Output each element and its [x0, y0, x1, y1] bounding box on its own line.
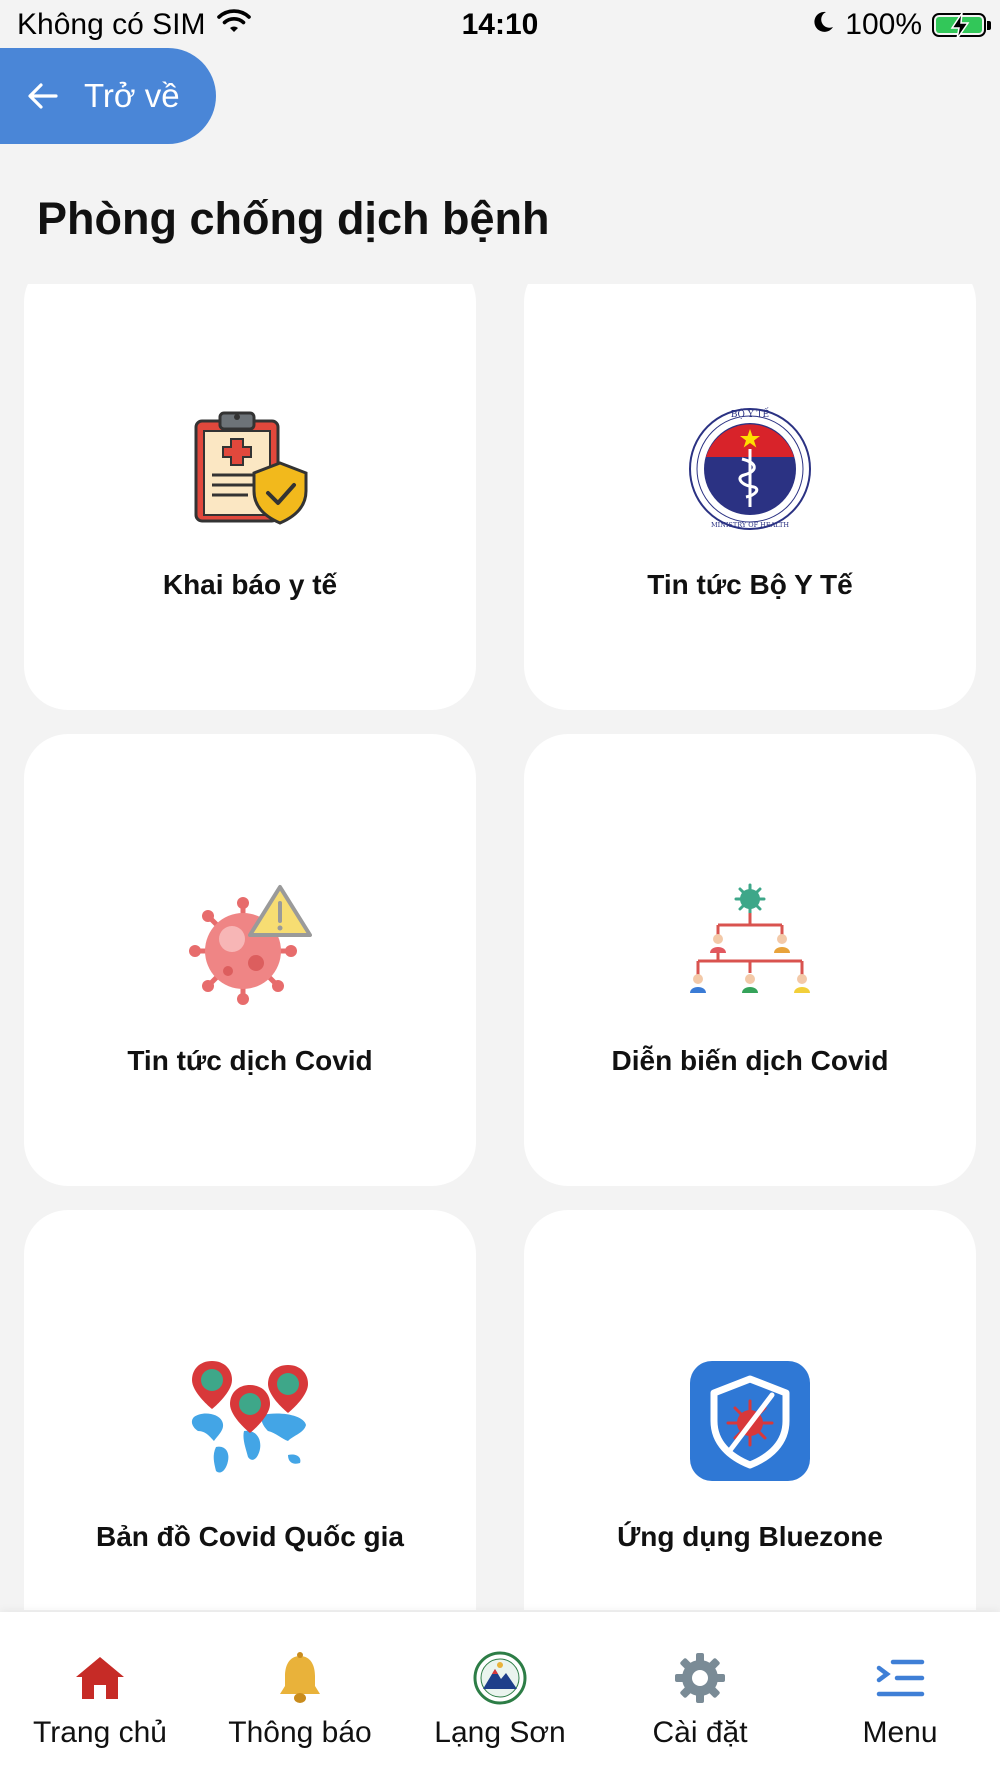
card-label: Tin tức Bộ Y Tế — [647, 569, 853, 600]
covid-spread-tree-icon — [688, 883, 812, 1007]
moon-icon — [811, 8, 835, 42]
bell-icon — [277, 1650, 323, 1706]
menu-icon — [875, 1650, 925, 1706]
battery-percent: 100% — [845, 8, 922, 41]
tab-label: Cài đặt — [652, 1716, 748, 1749]
page-title: Phòng chống dịch bệnh — [37, 193, 550, 244]
tab-label: Trang chủ — [33, 1716, 167, 1749]
tab-notifications[interactable]: Thông báo — [200, 1612, 400, 1778]
tab-bar: Trang chủ Thông báo Lạng Sơn Cài đặt Men… — [0, 1612, 1000, 1778]
bluezone-shield-icon — [688, 1359, 812, 1483]
tab-home[interactable]: Trang chủ — [0, 1612, 200, 1778]
ministry-of-health-logo: BỘ Y TẾ MINISTRY OF HEALTH — [688, 407, 812, 531]
card-medical-declaration[interactable]: Khai báo y tế — [24, 284, 476, 710]
card-ministry-news[interactable]: BỘ Y TẾ MINISTRY OF HEALTH Tin tức Bộ Y … — [524, 284, 976, 710]
status-right: 100% — [811, 8, 991, 42]
card-covid-spread[interactable]: Diễn biến dịch Covid — [524, 734, 976, 1186]
home-icon — [74, 1650, 126, 1706]
service-grid: Khai báo y tế BỘ Y TẾ MINISTRY OF HEALTH… — [0, 284, 1000, 1610]
card-label: Diễn biến dịch Covid — [611, 1045, 889, 1076]
tab-label: Menu — [862, 1716, 938, 1749]
card-label: Khai báo y tế — [162, 569, 338, 600]
logo-text-bottom: MINISTRY OF HEALTH — [711, 521, 789, 529]
status-bar: Không có SIM 14:10 100% — [0, 0, 1000, 50]
lang-son-emblem-icon — [473, 1650, 527, 1706]
back-label: Trở về — [84, 77, 180, 114]
medical-declaration-icon — [188, 407, 312, 531]
card-bluezone[interactable]: Ứng dụng Bluezone — [524, 1210, 976, 1610]
back-button[interactable]: Trở về — [0, 48, 216, 144]
covid-warning-icon — [188, 883, 312, 1007]
card-label: Ứng dụng Bluezone — [617, 1521, 883, 1552]
gear-icon — [674, 1650, 726, 1706]
tab-label: Thông báo — [228, 1716, 372, 1749]
covid-map-icon — [188, 1359, 312, 1483]
card-covid-map[interactable]: Bản đồ Covid Quốc gia — [24, 1210, 476, 1610]
tab-label: Lạng Sơn — [434, 1716, 566, 1749]
card-label: Tin tức dịch Covid — [127, 1045, 373, 1076]
tab-lang-son[interactable]: Lạng Sơn — [400, 1612, 600, 1778]
arrow-left-icon — [28, 83, 58, 109]
tab-settings[interactable]: Cài đặt — [600, 1612, 800, 1778]
tab-menu[interactable]: Menu — [800, 1612, 1000, 1778]
battery-icon — [932, 12, 991, 40]
card-covid-news[interactable]: Tin tức dịch Covid — [24, 734, 476, 1186]
card-label: Bản đồ Covid Quốc gia — [95, 1521, 404, 1552]
